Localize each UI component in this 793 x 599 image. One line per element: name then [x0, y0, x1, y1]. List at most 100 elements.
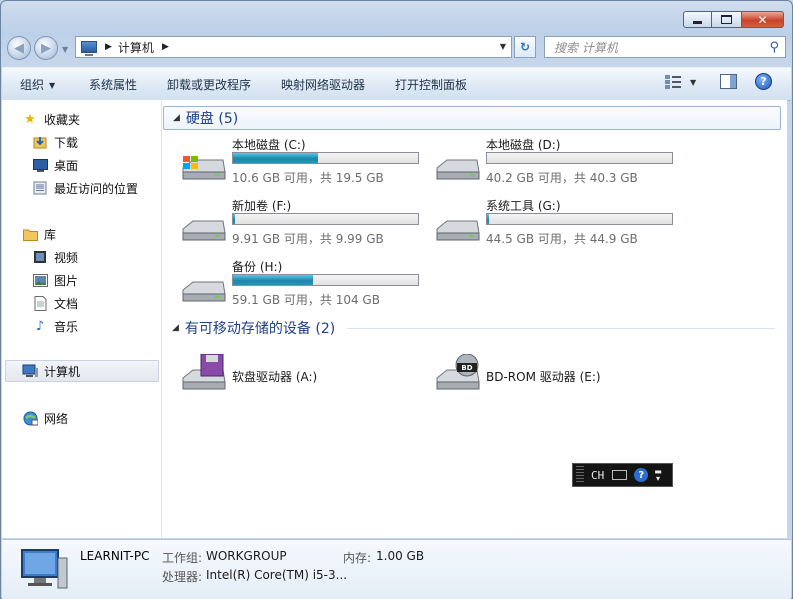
breadcrumb-separator-icon[interactable]: ▶ — [105, 42, 112, 52]
open-control-panel-button[interactable]: 打开控制面板 — [395, 76, 467, 93]
refresh-icon: ↻ — [519, 40, 531, 54]
library-folder-icon — [22, 226, 38, 242]
sidebar-item-label: 库 — [44, 227, 57, 242]
drive-usage-fill — [233, 275, 313, 285]
group-header-removable[interactable]: ◢ 有可移动存储的设备 (2) — [163, 316, 781, 340]
change-view-icon[interactable] — [665, 75, 681, 89]
sidebar-item-recent-places[interactable]: 最近访问的位置 — [32, 178, 138, 198]
download-folder-icon — [32, 134, 48, 150]
drive-item[interactable]: 本地磁盘 (D:) 40.2 GB 可用，共 40.3 GB — [433, 136, 683, 192]
caption-buttons: ✕ — [683, 11, 784, 28]
drive-size-text: 10.6 GB 可用，共 19.5 GB — [232, 171, 384, 185]
sidebar-item-documents[interactable]: 文档 — [32, 293, 78, 313]
sidebar-item-label: 桌面 — [54, 158, 79, 173]
drive-item[interactable]: 本地磁盘 (C:) 10.6 GB 可用，共 19.5 GB — [179, 136, 429, 192]
breadcrumb-separator-icon[interactable]: ▶ — [162, 42, 169, 52]
help-icon[interactable]: ? — [634, 468, 649, 482]
drive-size-text: 9.91 GB 可用，共 9.99 GB — [232, 232, 384, 246]
device-name: BD-ROM 驱动器 (E:) — [486, 370, 601, 384]
device-item[interactable]: BD BD-ROM 驱动器 (E:) — [433, 346, 683, 402]
address-history-dropdown-icon[interactable]: ▼ — [500, 42, 506, 51]
options-menu-icon[interactable]: ▬ ▾ — [654, 468, 662, 483]
search-input[interactable]: 搜索 计算机 ⚲ — [544, 36, 786, 58]
back-button[interactable]: ◀ — [7, 36, 31, 60]
desktop-icon — [32, 157, 48, 173]
search-icon[interactable]: ⚲ — [769, 40, 779, 55]
help-icon[interactable]: ? — [755, 73, 772, 90]
sidebar-item-label: 视频 — [54, 250, 79, 265]
drive-usage-fill — [233, 153, 319, 163]
workgroup-value: WORKGROUP — [206, 549, 287, 563]
device-item[interactable]: 软盘驱动器 (A:) — [179, 346, 429, 402]
drive-usage-bar — [232, 274, 419, 286]
navigation-pane: ★ 收藏夹 下载 桌面 最近访问的位置 库 视频 图片 文档 ♪ 音乐 计算机 — [2, 100, 162, 538]
sidebar-item-libraries[interactable]: 库 — [22, 224, 56, 244]
workgroup-label: 工作组: — [162, 551, 203, 565]
forward-button[interactable]: ▶ — [34, 36, 58, 60]
hard-drive-icon — [182, 220, 226, 241]
minimize-button[interactable] — [683, 11, 712, 28]
sidebar-item-computer[interactable]: 计算机 — [22, 361, 80, 381]
drive-item[interactable]: 备份 (H:) 59.1 GB 可用，共 104 GB — [179, 258, 429, 314]
drive-name: 备份 (H:) — [232, 260, 283, 274]
processor-label: 处理器: — [162, 570, 203, 584]
back-arrow-icon: ◀ — [14, 40, 24, 56]
breadcrumb-computer[interactable]: 计算机 — [118, 39, 154, 56]
view-options-dropdown-icon[interactable]: ▼ — [690, 78, 696, 87]
system-properties-button[interactable]: 系统属性 — [89, 76, 137, 93]
computer-icon — [22, 363, 38, 379]
uninstall-program-button[interactable]: 卸载或更改程序 — [167, 76, 251, 93]
documents-icon — [32, 295, 48, 311]
drive-name: 系统工具 (G:) — [486, 199, 561, 213]
sidebar-item-downloads[interactable]: 下载 — [32, 132, 78, 152]
preview-pane-icon[interactable] — [720, 74, 737, 89]
drive-name: 本地磁盘 (C:) — [232, 138, 306, 152]
sidebar-item-label: 下载 — [54, 135, 79, 150]
drive-item[interactable]: 系统工具 (G:) 44.5 GB 可用，共 44.9 GB — [433, 197, 683, 253]
group-header-hard-disks[interactable]: ◢ 硬盘 (5) — [163, 106, 781, 130]
memory-label: 内存: — [343, 551, 372, 565]
sidebar-item-network[interactable]: 网络 — [22, 408, 68, 428]
sidebar-item-music[interactable]: ♪ 音乐 — [32, 316, 78, 336]
refresh-button[interactable]: ↻ — [514, 36, 536, 58]
address-bar[interactable]: ▶ 计算机 ▶ ▼ — [75, 36, 512, 58]
sidebar-item-desktop[interactable]: 桌面 — [32, 155, 78, 175]
ime-language-bar[interactable]: CH ? ▬ ▾ — [572, 463, 673, 487]
sidebar-item-label: 图片 — [54, 273, 79, 288]
sidebar-item-favorites[interactable]: ★ 收藏夹 — [22, 109, 80, 129]
sidebar-item-pictures[interactable]: 图片 — [32, 270, 78, 290]
drive-usage-bar — [232, 152, 419, 164]
svg-text:BD: BD — [461, 364, 472, 372]
sidebar-item-videos[interactable]: 视频 — [32, 247, 78, 267]
drive-name: 本地磁盘 (D:) — [486, 138, 561, 152]
star-icon: ★ — [24, 111, 36, 127]
sidebar-item-label: 最近访问的位置 — [54, 181, 139, 196]
hard-drive-icon — [436, 220, 480, 241]
map-network-drive-button[interactable]: 映射网络驱动器 — [281, 76, 365, 93]
content-pane: ◢ 硬盘 (5) 本地磁盘 (C:) 10.6 GB 可用，共 19.5 GB … — [162, 100, 787, 538]
sidebar-item-label: 文档 — [54, 296, 79, 311]
bd-rom-drive-icon: BD — [436, 354, 480, 390]
computer-icon — [21, 549, 68, 589]
forward-arrow-icon: ▶ — [41, 40, 51, 56]
maximize-button[interactable] — [712, 11, 742, 28]
input-mode-toggle[interactable]: CH — [591, 469, 604, 482]
drive-item[interactable]: 新加卷 (F:) 9.91 GB 可用，共 9.99 GB — [179, 197, 429, 253]
organize-menu[interactable]: 组织 ▼ — [20, 76, 55, 93]
drive-size-text: 40.2 GB 可用，共 40.3 GB — [486, 171, 638, 185]
network-icon — [22, 410, 38, 426]
search-placeholder: 搜索 计算机 — [554, 40, 618, 55]
sidebar-item-label: 收藏夹 — [44, 112, 81, 127]
memory-value: 1.00 GB — [376, 549, 425, 563]
drag-handle-icon[interactable] — [576, 466, 584, 484]
drive-size-text: 44.5 GB 可用，共 44.9 GB — [486, 232, 638, 246]
collapse-triangle-icon[interactable]: ◢ — [172, 323, 179, 333]
music-icon: ♪ — [35, 318, 45, 334]
collapse-triangle-icon[interactable]: ◢ — [173, 113, 180, 123]
processor-value: Intel(R) Core(TM) i5-3... — [206, 568, 348, 582]
hard-drive-icon — [182, 281, 226, 302]
keyboard-icon[interactable] — [612, 470, 628, 480]
group-title: 有可移动存储的设备 (2) — [184, 321, 336, 337]
recent-pages-dropdown[interactable]: ▼ — [62, 45, 68, 54]
close-button[interactable]: ✕ — [742, 11, 784, 28]
